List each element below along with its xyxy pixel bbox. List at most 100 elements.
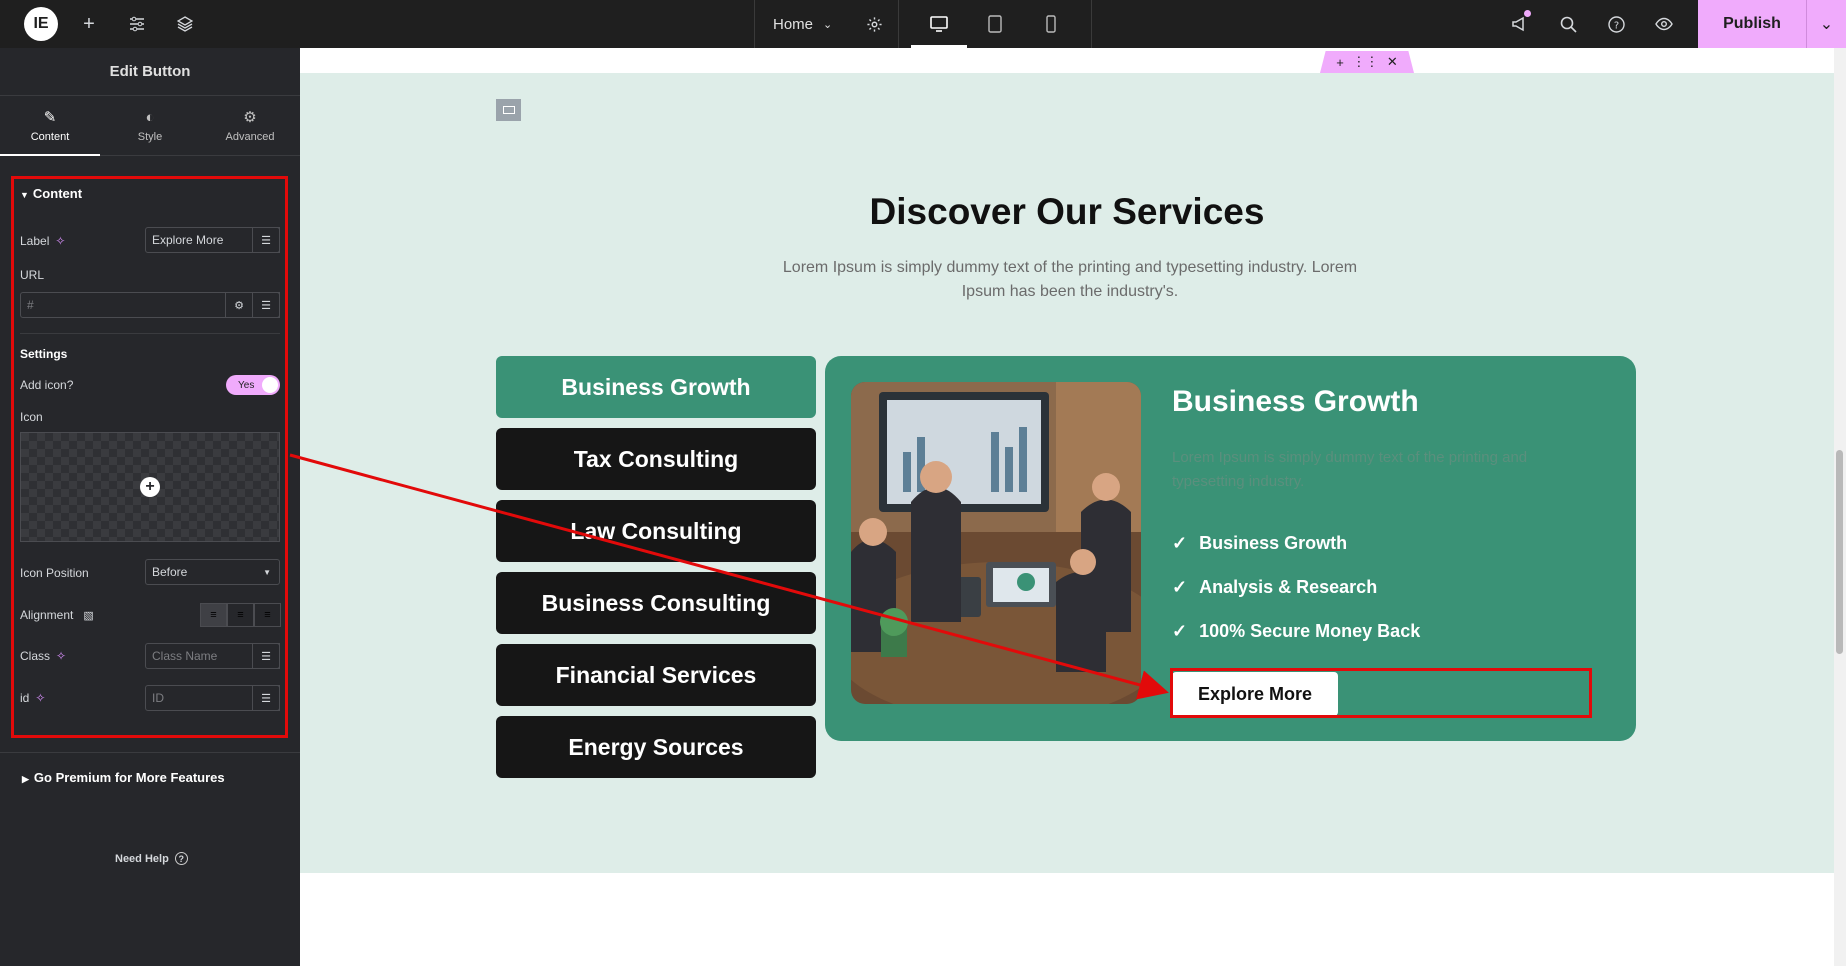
panel-tabs: ✎ Content ◐ Style ⚙ Advanced <box>0 96 300 156</box>
checkmark-icon: ✓ <box>1172 577 1188 597</box>
label-input-value: Explore More <box>152 233 224 247</box>
plus-circle-icon[interactable]: + <box>140 477 160 497</box>
mobile-view-icon[interactable] <box>1023 0 1079 48</box>
tablet-view-icon[interactable] <box>967 0 1023 48</box>
desktop-view-icon[interactable] <box>911 0 967 48</box>
ai-sparkle-icon[interactable]: ✧ <box>35 691 45 705</box>
team-meeting-photo <box>851 382 1141 704</box>
class-placeholder: Class Name <box>152 649 218 663</box>
column-handle-icon[interactable] <box>496 99 521 121</box>
checkmark-icon: ✓ <box>1172 533 1188 553</box>
topbar-right-group: ? Publish ⌄ <box>1496 0 1846 48</box>
select-caret-icon: ▼ <box>263 567 271 577</box>
pencil-icon: ✎ <box>43 109 57 126</box>
scrollbar-thumb[interactable] <box>1836 450 1843 654</box>
url-input[interactable]: # ⚙ ☰ <box>20 292 280 318</box>
responsive-desktop-icon[interactable]: ▧ <box>83 609 93 622</box>
divider <box>20 333 280 334</box>
check-item-label: 100% Secure Money Back <box>1199 621 1421 641</box>
add-icon-toggle-label: Yes <box>238 379 255 391</box>
label-input[interactable]: Explore More ☰ <box>145 227 280 253</box>
elementor-logo[interactable]: IE <box>24 7 58 41</box>
section-heading: Discover Our Services <box>869 191 1265 232</box>
icon-position-select[interactable]: Before ▼ <box>145 559 280 585</box>
checkmark-icon: ✓ <box>1172 621 1188 641</box>
publish-options-chevron-icon[interactable]: ⌄ <box>1806 0 1846 48</box>
service-tab-law-consulting[interactable]: Law Consulting <box>496 500 816 562</box>
preview-eye-icon[interactable] <box>1640 0 1688 48</box>
need-help-link[interactable]: Need Help ? <box>115 852 188 865</box>
service-tab-business-growth[interactable]: Business Growth <box>496 356 816 418</box>
align-right-icon[interactable]: ≡ <box>254 603 281 627</box>
label-title: Label <box>20 234 50 248</box>
notifications-megaphone-icon[interactable] <box>1496 0 1544 48</box>
site-settings-icon[interactable] <box>113 0 161 48</box>
align-left-icon[interactable]: ≡ <box>200 603 227 627</box>
help-icon[interactable]: ? <box>1592 0 1640 48</box>
url-placeholder: # <box>27 298 34 312</box>
structure-layers-icon[interactable] <box>161 0 209 48</box>
check-item-label: Business Growth <box>1199 533 1348 553</box>
section-subtext: Lorem Ipsum is simply dummy text of the … <box>782 259 1358 300</box>
align-center-icon[interactable]: ≡ <box>227 603 254 627</box>
class-input[interactable]: Class Name ☰ <box>145 643 280 669</box>
divider <box>0 752 300 753</box>
icon-picker[interactable]: + <box>20 432 280 542</box>
id-input[interactable]: ID ☰ <box>145 685 280 711</box>
section-handle: + ⋮⋮ ✕ <box>1320 51 1414 73</box>
page-selector-group: Home ⌄ <box>754 0 900 48</box>
icon-title: Icon <box>20 410 43 424</box>
gear-icon: ⚙ <box>243 109 257 126</box>
add-element-icon[interactable]: + <box>65 0 113 48</box>
tab-content-label: Content <box>30 131 70 143</box>
tab-advanced-label: Advanced <box>225 131 275 143</box>
service-tab-business-consulting[interactable]: Business Consulting <box>496 572 816 634</box>
search-icon[interactable] <box>1544 0 1592 48</box>
card-text: Lorem Ipsum is simply dummy text of the … <box>1172 449 1528 490</box>
link-options-gear-icon[interactable]: ⚙ <box>225 292 253 318</box>
check-item: ✓ Analysis & Research <box>1172 577 1377 598</box>
content-section-title: Content <box>32 186 83 201</box>
add-icon-toggle[interactable]: Yes <box>226 375 280 395</box>
tab-style[interactable]: ◐ Style <box>100 96 200 155</box>
delete-section-icon[interactable]: ✕ <box>1387 54 1398 70</box>
icon-position-value: Before <box>152 565 188 579</box>
content-section-toggle[interactable]: ▼ Content <box>20 186 82 201</box>
canvas-scrollbar[interactable] <box>1834 48 1846 966</box>
chevron-down-icon: ⌄ <box>823 18 833 31</box>
ai-sparkle-icon[interactable]: ✧ <box>56 649 66 663</box>
contrast-icon: ◐ <box>145 108 155 126</box>
help-circle-icon: ? <box>174 852 188 865</box>
id-dynamic-tags-icon[interactable]: ☰ <box>252 685 280 711</box>
ai-sparkle-icon[interactable]: ✧ <box>55 234 65 248</box>
services-section[interactable]: Discover Our Services Lorem Ipsum is sim… <box>300 73 1834 873</box>
class-dynamic-tags-icon[interactable]: ☰ <box>252 643 280 669</box>
tab-advanced[interactable]: ⚙ Advanced <box>200 96 300 155</box>
caret-down-icon: ▼ <box>20 190 29 200</box>
id-placeholder: ID <box>152 691 164 705</box>
responsive-device-switcher <box>898 0 1092 48</box>
drag-section-icon[interactable]: ⋮⋮ <box>1352 54 1378 70</box>
url-title: URL <box>20 268 45 282</box>
add-icon-title: Add icon? <box>20 378 74 392</box>
id-title: id <box>20 691 30 705</box>
card-title: Business Growth <box>1172 385 1419 418</box>
button-highlight-box <box>1170 668 1592 718</box>
dynamic-tags-icon[interactable]: ☰ <box>252 227 280 253</box>
icon-position-title: Icon Position <box>20 566 89 580</box>
need-help-label: Need Help <box>115 852 169 865</box>
premium-section-toggle[interactable]: ▶ Go Premium for More Features <box>22 770 225 785</box>
preview-canvas: Discover Our Services Lorem Ipsum is sim… <box>300 48 1834 966</box>
page-selector[interactable]: Home ⌄ <box>755 16 850 33</box>
settings-title: Settings <box>20 347 68 361</box>
add-section-icon[interactable]: + <box>1336 55 1344 70</box>
service-tab-financial-services[interactable]: Financial Services <box>496 644 816 706</box>
label-row: Label ✧ <box>20 234 65 248</box>
url-dynamic-tags-icon[interactable]: ☰ <box>252 292 280 318</box>
publish-button[interactable]: Publish <box>1698 0 1806 48</box>
service-tab-energy-sources[interactable]: Energy Sources <box>496 716 816 778</box>
page-settings-gear-icon[interactable] <box>850 0 898 48</box>
notification-dot <box>1524 10 1531 17</box>
tab-content[interactable]: ✎ Content <box>0 96 100 156</box>
service-tab-tax-consulting[interactable]: Tax Consulting <box>496 428 816 490</box>
